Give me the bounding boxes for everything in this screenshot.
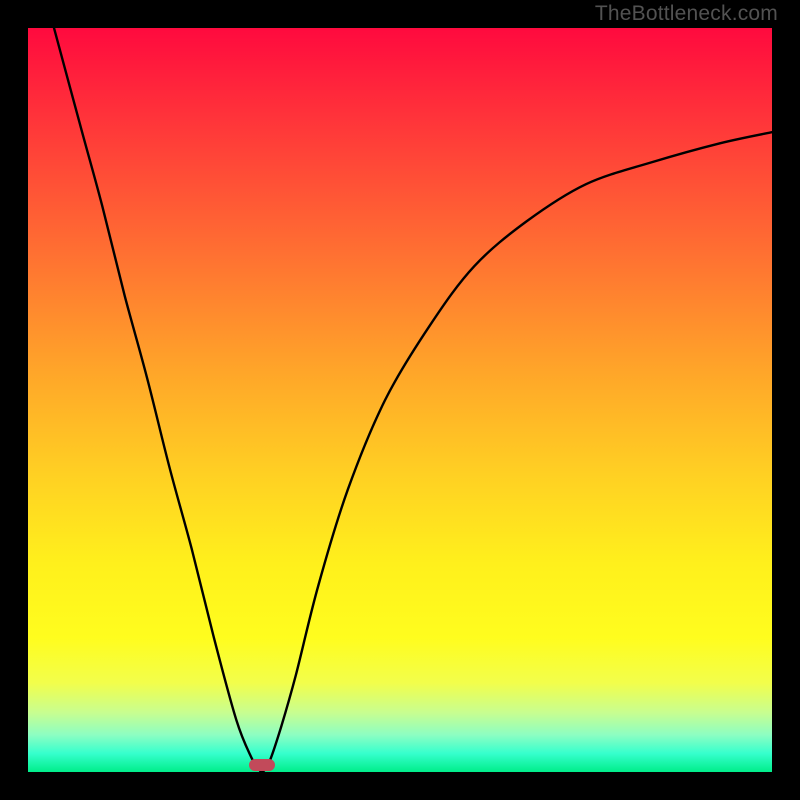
- minimum-marker: [249, 759, 275, 771]
- watermark-text: TheBottleneck.com: [595, 2, 778, 26]
- plot-area: [28, 28, 772, 772]
- bottleneck-curve-path: [54, 28, 772, 772]
- bottleneck-curve-svg: [28, 28, 772, 772]
